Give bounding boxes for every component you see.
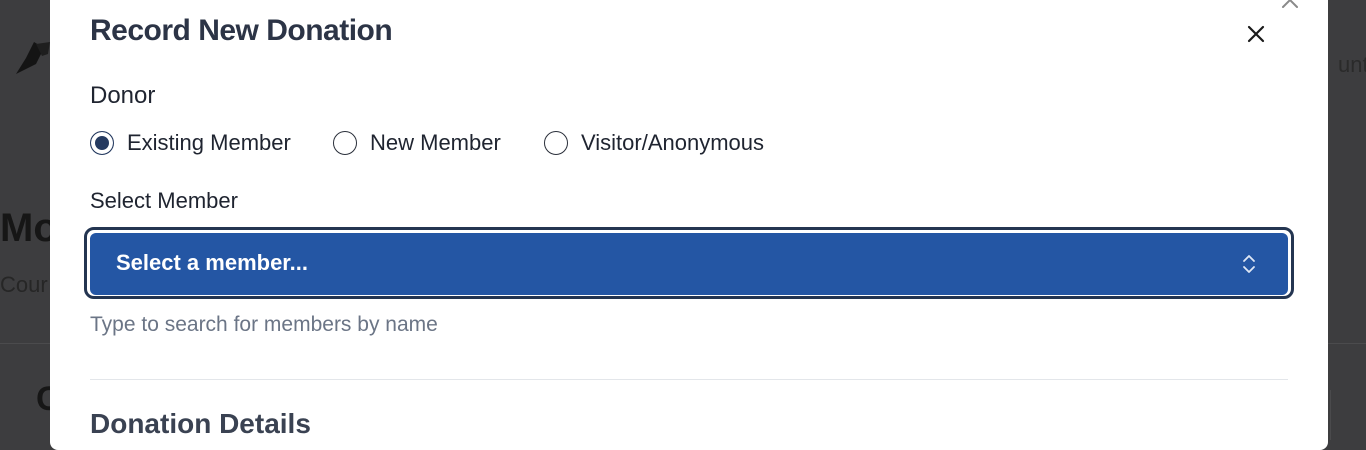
- logo-icon: [16, 42, 50, 74]
- account-link: unt: [1338, 52, 1366, 77]
- select-member-dropdown[interactable]: Select a member...: [90, 233, 1288, 295]
- select-member-value: Select a member...: [116, 250, 308, 275]
- outer-close-icon[interactable]: [1280, 0, 1300, 10]
- close-icon[interactable]: [1244, 22, 1268, 46]
- radio-visitor-anonymous-circle[interactable]: [544, 131, 568, 155]
- radio-new-member-label: New Member: [370, 130, 501, 155]
- radio-existing-member-circle[interactable]: [90, 131, 114, 155]
- radio-new-member-circle[interactable]: [333, 131, 357, 155]
- modal-title: Record New Donation: [90, 14, 393, 47]
- select-member-label: Select Member: [90, 188, 238, 213]
- background-divider: [0, 343, 50, 344]
- donor-label: Donor: [90, 82, 156, 109]
- record-donation-modal: Record New Donation Donor Existing Membe…: [50, 0, 1328, 450]
- donation-details-title: Donation Details: [90, 408, 311, 439]
- section-divider: [90, 379, 1288, 380]
- radio-existing-member-label: Existing Member: [127, 130, 291, 155]
- chevron-up-down-icon: [1243, 255, 1255, 273]
- radio-visitor-anonymous-label: Visitor/Anonymous: [581, 130, 765, 155]
- background-card-title: C: [36, 380, 50, 418]
- page-subheading: Cour: [0, 272, 48, 297]
- background-divider-right: [1328, 343, 1366, 344]
- radio-new-member[interactable]: New Member: [333, 128, 501, 158]
- page-heading: Mo: [0, 206, 50, 250]
- radio-existing-member[interactable]: Existing Member: [90, 128, 291, 158]
- radio-visitor-anonymous[interactable]: Visitor/Anonymous: [544, 128, 764, 158]
- select-member-help: Type to search for members by name: [90, 313, 438, 336]
- background-card-edge: [1330, 390, 1353, 440]
